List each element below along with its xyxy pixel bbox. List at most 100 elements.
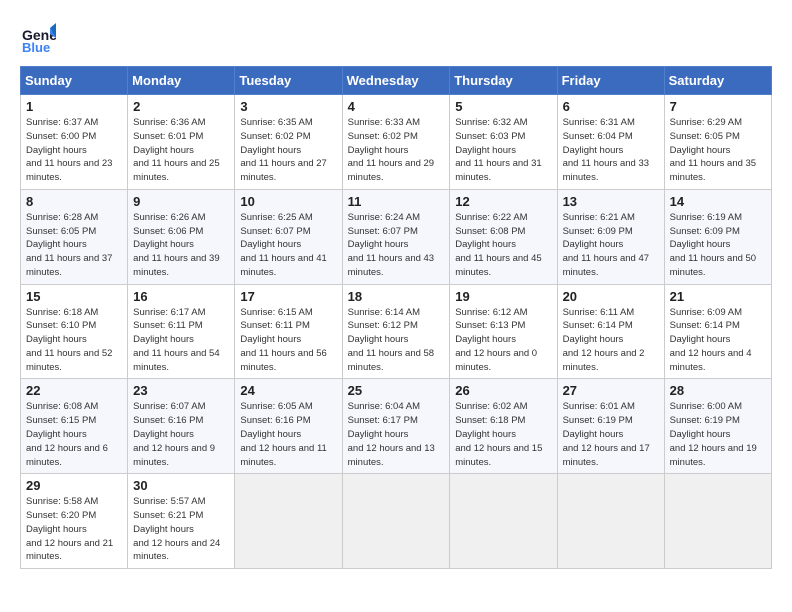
daylight-label: Daylight hours xyxy=(455,429,516,440)
sunrise-label: Sunrise: 6:35 AM xyxy=(240,117,312,128)
sunrise-label: Sunrise: 6:37 AM xyxy=(26,117,98,128)
day-info: Sunrise: 6:02 AM Sunset: 6:18 PM Dayligh… xyxy=(455,400,551,469)
sunrise-label: Sunrise: 6:21 AM xyxy=(563,212,635,223)
day-info: Sunrise: 6:31 AM Sunset: 6:04 PM Dayligh… xyxy=(563,116,659,185)
col-monday: Monday xyxy=(128,67,235,95)
day-info: Sunrise: 6:04 AM Sunset: 6:17 PM Dayligh… xyxy=(348,400,445,469)
calendar-week-row: 1 Sunrise: 6:37 AM Sunset: 6:00 PM Dayli… xyxy=(21,95,772,190)
day-info: Sunrise: 6:24 AM Sunset: 6:07 PM Dayligh… xyxy=(348,211,445,280)
daylight-label: Daylight hours xyxy=(240,429,301,440)
day-info: Sunrise: 6:05 AM Sunset: 6:16 PM Dayligh… xyxy=(240,400,336,469)
calendar-cell: 5 Sunrise: 6:32 AM Sunset: 6:03 PM Dayli… xyxy=(450,95,557,190)
day-number: 14 xyxy=(670,194,766,209)
daylight-label: Daylight hours xyxy=(348,145,409,156)
calendar-cell: 4 Sunrise: 6:33 AM Sunset: 6:02 PM Dayli… xyxy=(342,95,450,190)
daylight-label: Daylight hours xyxy=(455,334,516,345)
day-info: Sunrise: 6:35 AM Sunset: 6:02 PM Dayligh… xyxy=(240,116,336,185)
sunset-label: Sunset: 6:02 PM xyxy=(240,131,310,142)
calendar-cell: 8 Sunrise: 6:28 AM Sunset: 6:05 PM Dayli… xyxy=(21,189,128,284)
sunrise-label: Sunrise: 6:00 AM xyxy=(670,401,742,412)
day-number: 8 xyxy=(26,194,122,209)
sunset-label: Sunset: 6:16 PM xyxy=(133,415,203,426)
calendar-cell: 14 Sunrise: 6:19 AM Sunset: 6:09 PM Dayl… xyxy=(664,189,771,284)
daylight-label: Daylight hours xyxy=(348,239,409,250)
sunset-label: Sunset: 6:06 PM xyxy=(133,226,203,237)
sunrise-label: Sunrise: 6:29 AM xyxy=(670,117,742,128)
daylight-duration: and 11 hours and 23 minutes. xyxy=(26,158,112,183)
calendar-cell: 15 Sunrise: 6:18 AM Sunset: 6:10 PM Dayl… xyxy=(21,284,128,379)
daylight-label: Daylight hours xyxy=(670,239,731,250)
sunset-label: Sunset: 6:10 PM xyxy=(26,320,96,331)
sunrise-label: Sunrise: 6:18 AM xyxy=(26,307,98,318)
daylight-duration: and 11 hours and 47 minutes. xyxy=(563,253,649,278)
col-wednesday: Wednesday xyxy=(342,67,450,95)
sunrise-label: Sunrise: 6:08 AM xyxy=(26,401,98,412)
daylight-duration: and 12 hours and 19 minutes. xyxy=(670,443,757,468)
sunset-label: Sunset: 6:07 PM xyxy=(240,226,310,237)
sunset-label: Sunset: 6:19 PM xyxy=(563,415,633,426)
calendar-cell: 18 Sunrise: 6:14 AM Sunset: 6:12 PM Dayl… xyxy=(342,284,450,379)
logo: General Blue xyxy=(20,20,56,56)
daylight-duration: and 12 hours and 11 minutes. xyxy=(240,443,326,468)
sunrise-label: Sunrise: 6:22 AM xyxy=(455,212,527,223)
daylight-duration: and 12 hours and 21 minutes. xyxy=(26,538,113,563)
daylight-duration: and 11 hours and 41 minutes. xyxy=(240,253,326,278)
day-info: Sunrise: 6:01 AM Sunset: 6:19 PM Dayligh… xyxy=(563,400,659,469)
daylight-label: Daylight hours xyxy=(133,429,194,440)
daylight-duration: and 11 hours and 27 minutes. xyxy=(240,158,326,183)
day-info: Sunrise: 5:57 AM Sunset: 6:21 PM Dayligh… xyxy=(133,495,229,564)
sunrise-label: Sunrise: 6:31 AM xyxy=(563,117,635,128)
day-number: 27 xyxy=(563,383,659,398)
daylight-duration: and 12 hours and 13 minutes. xyxy=(348,443,435,468)
sunset-label: Sunset: 6:19 PM xyxy=(670,415,740,426)
calendar-cell: 27 Sunrise: 6:01 AM Sunset: 6:19 PM Dayl… xyxy=(557,379,664,474)
daylight-duration: and 12 hours and 9 minutes. xyxy=(133,443,215,468)
sunset-label: Sunset: 6:13 PM xyxy=(455,320,525,331)
day-number: 20 xyxy=(563,289,659,304)
daylight-duration: and 11 hours and 39 minutes. xyxy=(133,253,219,278)
day-number: 9 xyxy=(133,194,229,209)
day-info: Sunrise: 6:08 AM Sunset: 6:15 PM Dayligh… xyxy=(26,400,122,469)
calendar-cell: 16 Sunrise: 6:17 AM Sunset: 6:11 PM Dayl… xyxy=(128,284,235,379)
calendar-header-row: Sunday Monday Tuesday Wednesday Thursday… xyxy=(21,67,772,95)
daylight-label: Daylight hours xyxy=(240,239,301,250)
day-info: Sunrise: 6:28 AM Sunset: 6:05 PM Dayligh… xyxy=(26,211,122,280)
calendar-cell xyxy=(664,474,771,569)
day-info: Sunrise: 6:09 AM Sunset: 6:14 PM Dayligh… xyxy=(670,306,766,375)
day-info: Sunrise: 6:37 AM Sunset: 6:00 PM Dayligh… xyxy=(26,116,122,185)
day-number: 22 xyxy=(26,383,122,398)
daylight-label: Daylight hours xyxy=(240,334,301,345)
sunrise-label: Sunrise: 6:24 AM xyxy=(348,212,420,223)
sunset-label: Sunset: 6:15 PM xyxy=(26,415,96,426)
sunrise-label: Sunrise: 6:28 AM xyxy=(26,212,98,223)
sunrise-label: Sunrise: 6:36 AM xyxy=(133,117,205,128)
sunrise-label: Sunrise: 6:01 AM xyxy=(563,401,635,412)
daylight-duration: and 11 hours and 29 minutes. xyxy=(348,158,434,183)
daylight-label: Daylight hours xyxy=(133,334,194,345)
daylight-label: Daylight hours xyxy=(26,239,87,250)
calendar-cell: 2 Sunrise: 6:36 AM Sunset: 6:01 PM Dayli… xyxy=(128,95,235,190)
day-info: Sunrise: 6:15 AM Sunset: 6:11 PM Dayligh… xyxy=(240,306,336,375)
day-number: 7 xyxy=(670,99,766,114)
sunrise-label: Sunrise: 6:07 AM xyxy=(133,401,205,412)
sunset-label: Sunset: 6:12 PM xyxy=(348,320,418,331)
calendar-cell: 21 Sunrise: 6:09 AM Sunset: 6:14 PM Dayl… xyxy=(664,284,771,379)
daylight-duration: and 12 hours and 24 minutes. xyxy=(133,538,220,563)
day-info: Sunrise: 6:21 AM Sunset: 6:09 PM Dayligh… xyxy=(563,211,659,280)
sunrise-label: Sunrise: 6:14 AM xyxy=(348,307,420,318)
sunset-label: Sunset: 6:21 PM xyxy=(133,510,203,521)
daylight-label: Daylight hours xyxy=(348,429,409,440)
sunset-label: Sunset: 6:03 PM xyxy=(455,131,525,142)
day-info: Sunrise: 6:00 AM Sunset: 6:19 PM Dayligh… xyxy=(670,400,766,469)
daylight-duration: and 12 hours and 6 minutes. xyxy=(26,443,108,468)
calendar-cell: 17 Sunrise: 6:15 AM Sunset: 6:11 PM Dayl… xyxy=(235,284,342,379)
sunrise-label: Sunrise: 6:32 AM xyxy=(455,117,527,128)
sunrise-label: Sunrise: 5:57 AM xyxy=(133,496,205,507)
sunrise-label: Sunrise: 6:09 AM xyxy=(670,307,742,318)
sunset-label: Sunset: 6:07 PM xyxy=(348,226,418,237)
day-number: 26 xyxy=(455,383,551,398)
daylight-duration: and 11 hours and 50 minutes. xyxy=(670,253,756,278)
calendar-cell: 6 Sunrise: 6:31 AM Sunset: 6:04 PM Dayli… xyxy=(557,95,664,190)
sunset-label: Sunset: 6:08 PM xyxy=(455,226,525,237)
col-sunday: Sunday xyxy=(21,67,128,95)
